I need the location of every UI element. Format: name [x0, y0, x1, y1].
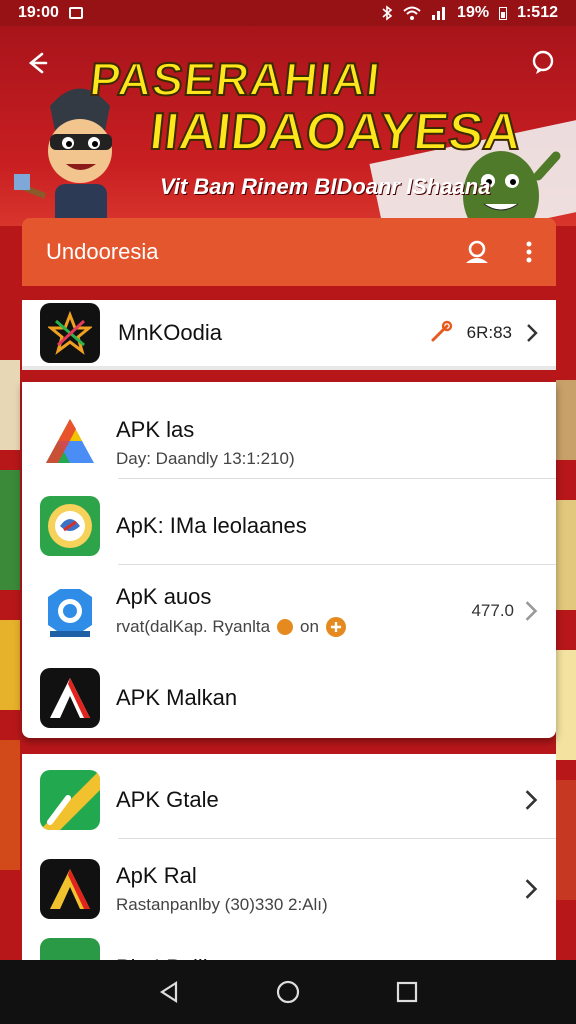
background-stripe [556, 500, 576, 610]
nav-home-icon[interactable] [276, 980, 300, 1004]
featured-app-meta: 6R:83 [427, 320, 538, 346]
background-stripe [0, 360, 20, 450]
back-button[interactable] [22, 48, 52, 78]
coin-icon [277, 619, 294, 635]
more-vert-icon[interactable] [526, 240, 532, 264]
app-list-card: APK las Day: Daandly 13:1:210) ApK: IMa … [22, 382, 556, 738]
chevron-right-icon [527, 324, 538, 342]
drive-app-icon [40, 413, 100, 473]
wifi-icon [403, 6, 421, 20]
app-subtitle-tag: on [300, 617, 319, 636]
list-item[interactable]: ApK: IMa leolaanes [22, 486, 556, 566]
gtale-app-icon [40, 770, 100, 830]
list-item[interactable]: APK Malkan [22, 658, 556, 738]
list-item-texts: APK Malkan [116, 685, 237, 711]
list-item-texts: ApK: IMa leolaanes [116, 513, 307, 539]
letter-a-app-icon [40, 668, 100, 728]
list-item-meta [524, 789, 538, 811]
list-item-texts: ApK auos rvat(dalKap. Ryanlta on [116, 584, 347, 638]
puzzle-app-icon [40, 581, 100, 641]
status-right: 19% 1:512 [381, 4, 558, 22]
nav-recents-icon[interactable] [396, 981, 418, 1003]
banner-subtitle: Vit Ban Rinem BIDoanr IShaana [160, 174, 491, 199]
app-name: ApK auos [116, 584, 212, 609]
list-item[interactable]: ApK Ral Rastanpanlby (30)330 2:Alı) [22, 844, 556, 934]
background-stripe [556, 650, 576, 760]
chat-button[interactable] [528, 48, 558, 78]
featured-app-row[interactable]: MnKOodia 6R:83 [22, 300, 556, 370]
background-stripe [0, 740, 20, 870]
app-name: APK las [116, 417, 195, 442]
header-actions [464, 239, 532, 265]
account-icon[interactable] [464, 239, 490, 265]
app-name: ApK Ral [116, 863, 197, 888]
chevron-right-icon [525, 790, 538, 810]
system-nav-bar [0, 960, 576, 1024]
list-item[interactable]: APK las Day: Daandly 13:1:210) [22, 400, 556, 486]
status-time: 19:00 [18, 4, 59, 21]
banner-title-line2: IIAIDAOAYESA [146, 102, 525, 162]
divider [118, 838, 556, 839]
chevron-right-icon [525, 601, 538, 621]
battery-percent: 19% [457, 4, 490, 21]
app-value: 477.0 [471, 601, 514, 620]
ral-app-icon [40, 859, 100, 919]
app-subtitle: Day: Daandly 13:1:210) [116, 449, 295, 468]
app-name: ApK: IMa leolaanes [116, 513, 307, 538]
app-subtitle: rvat(dalKap. Ryanlta on [116, 616, 347, 638]
divider [118, 564, 556, 565]
chat-bubble-icon [532, 50, 554, 74]
list-item-texts: APK Gtale [116, 787, 219, 813]
link-icon [431, 320, 452, 342]
list-item-texts: APK las Day: Daandly 13:1:210) [116, 417, 295, 469]
app-subtitle-text: rvat(dalKap. Ryanlta [116, 617, 271, 636]
battery-icon [499, 7, 508, 20]
app-name: APK Malkan [116, 685, 238, 710]
status-bar: 19:00 19% 1:512 [0, 0, 576, 26]
nav-back-icon[interactable] [158, 980, 180, 1004]
app-subtitle: Rastanpanlby (30)330 2:Alı) [116, 895, 328, 914]
background-stripe [556, 380, 576, 460]
featured-app-value: 6R:83 [466, 323, 512, 342]
divider [118, 478, 556, 479]
list-item-meta: 477.0 [471, 600, 538, 622]
app-list-card-secondary: APK Gtale ApK Ral Rastanpanlby (30)330 2… [22, 754, 556, 998]
status-clock-right: 1:512 [517, 4, 558, 21]
banner-title-line1: PASERAHIAI [86, 52, 384, 106]
background-stripe [0, 470, 20, 590]
list-item-meta [524, 878, 538, 900]
featured-app-name: MnKOodia [118, 320, 222, 345]
list-item[interactable]: ApK auos rvat(dalKap. Ryanlta on 477.0 [22, 568, 556, 654]
app-header: Undooresia [22, 218, 556, 286]
promo-banner: PASERAHIAI IIAIDAOAYESA Vit Ban Rinem BI… [0, 26, 576, 226]
bluetooth-icon [382, 5, 393, 21]
background-stripe [556, 780, 576, 900]
chevron-right-icon [525, 879, 538, 899]
app-name: APK Gtale [116, 787, 219, 812]
emblem-app-icon [40, 496, 100, 556]
list-item[interactable]: APK Gtale [22, 760, 556, 840]
signal-icon [432, 7, 446, 20]
plus-coin-icon[interactable] [325, 616, 347, 638]
background-stripe [0, 620, 20, 710]
list-item-texts: ApK Ral Rastanpanlby (30)330 2:Alı) [116, 863, 328, 915]
star-app-icon [40, 303, 100, 363]
notification-icon [68, 7, 83, 19]
header-title: Undooresia [46, 239, 159, 264]
arrow-left-icon [28, 52, 48, 74]
